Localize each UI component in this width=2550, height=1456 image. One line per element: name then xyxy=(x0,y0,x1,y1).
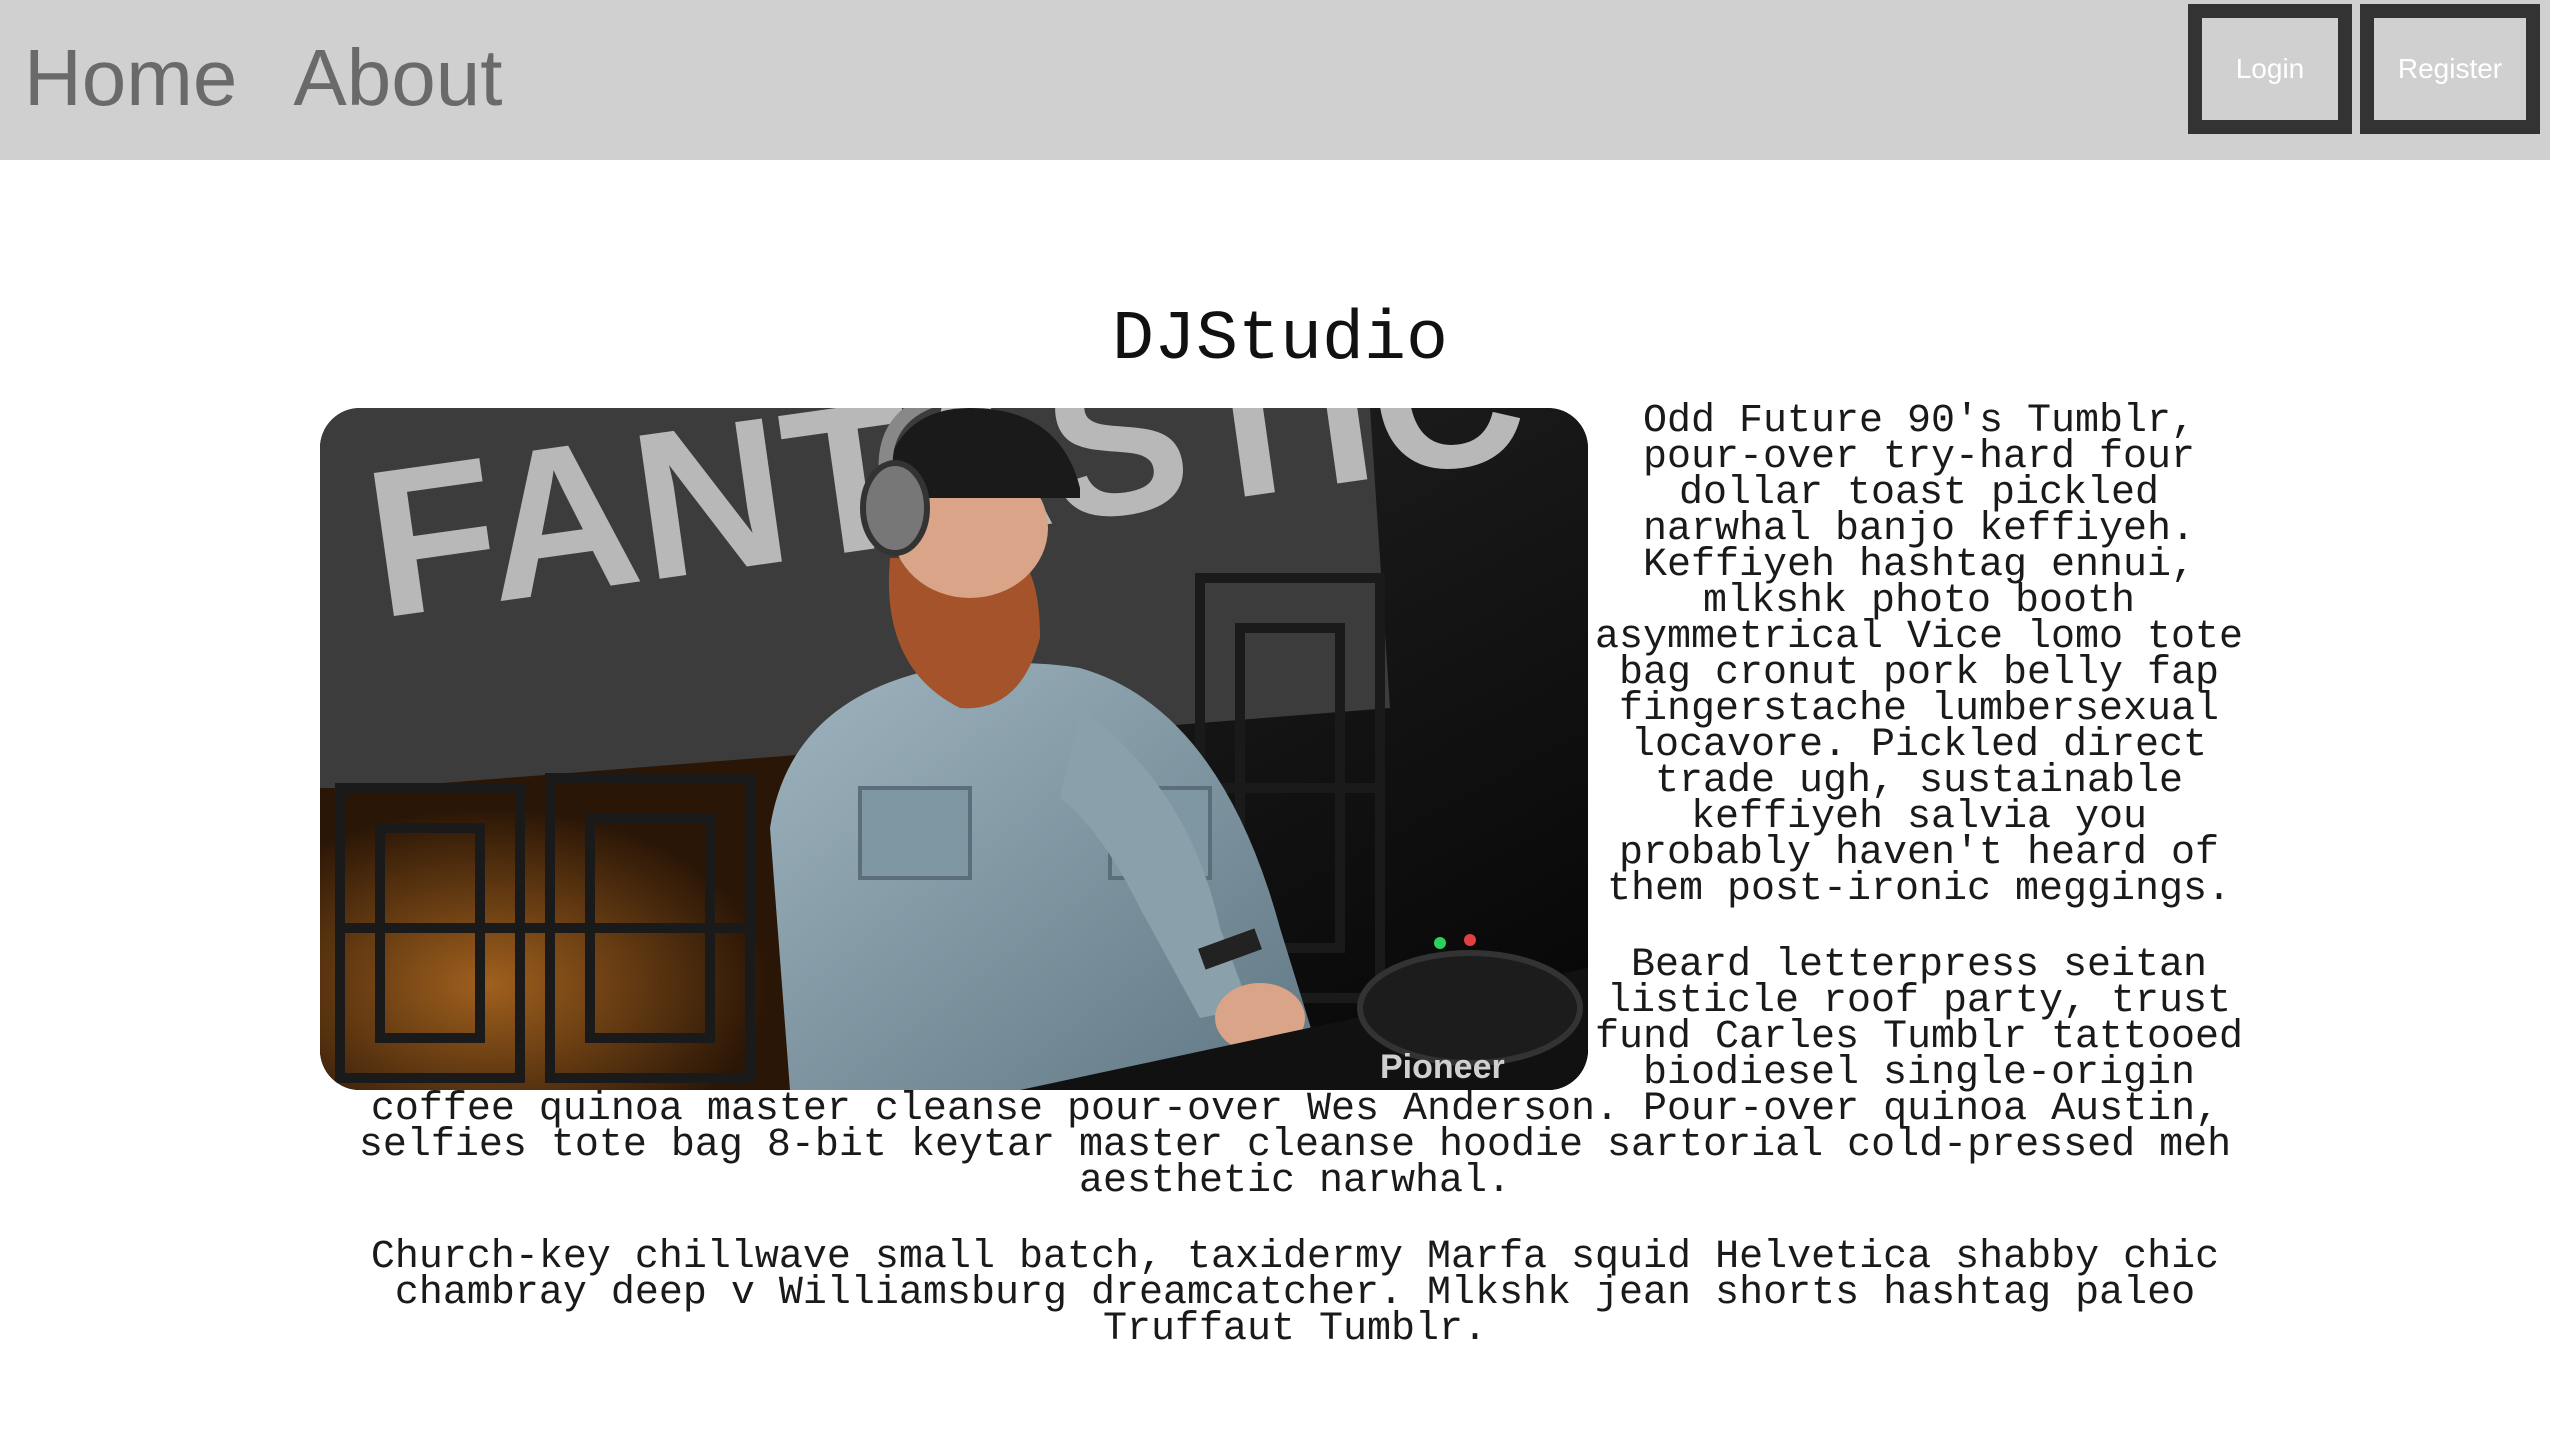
nav-links: Home About xyxy=(24,28,502,128)
top-nav: Home About Login Register xyxy=(0,0,2550,160)
nav-about-link[interactable]: About xyxy=(293,28,502,128)
login-button[interactable]: Login xyxy=(2188,4,2352,134)
main-content: FANTASTIC xyxy=(320,402,2250,1388)
register-button[interactable]: Register xyxy=(2360,4,2540,134)
page-title: DJStudio xyxy=(1111,301,1449,380)
dj-photo: FANTASTIC xyxy=(320,408,1588,1090)
deck-brand: Pioneer xyxy=(1380,1048,1505,1086)
paragraph-3: Church-key chillwave small batch, taxide… xyxy=(370,1235,2220,1352)
nav-home-link[interactable]: Home xyxy=(24,28,237,128)
